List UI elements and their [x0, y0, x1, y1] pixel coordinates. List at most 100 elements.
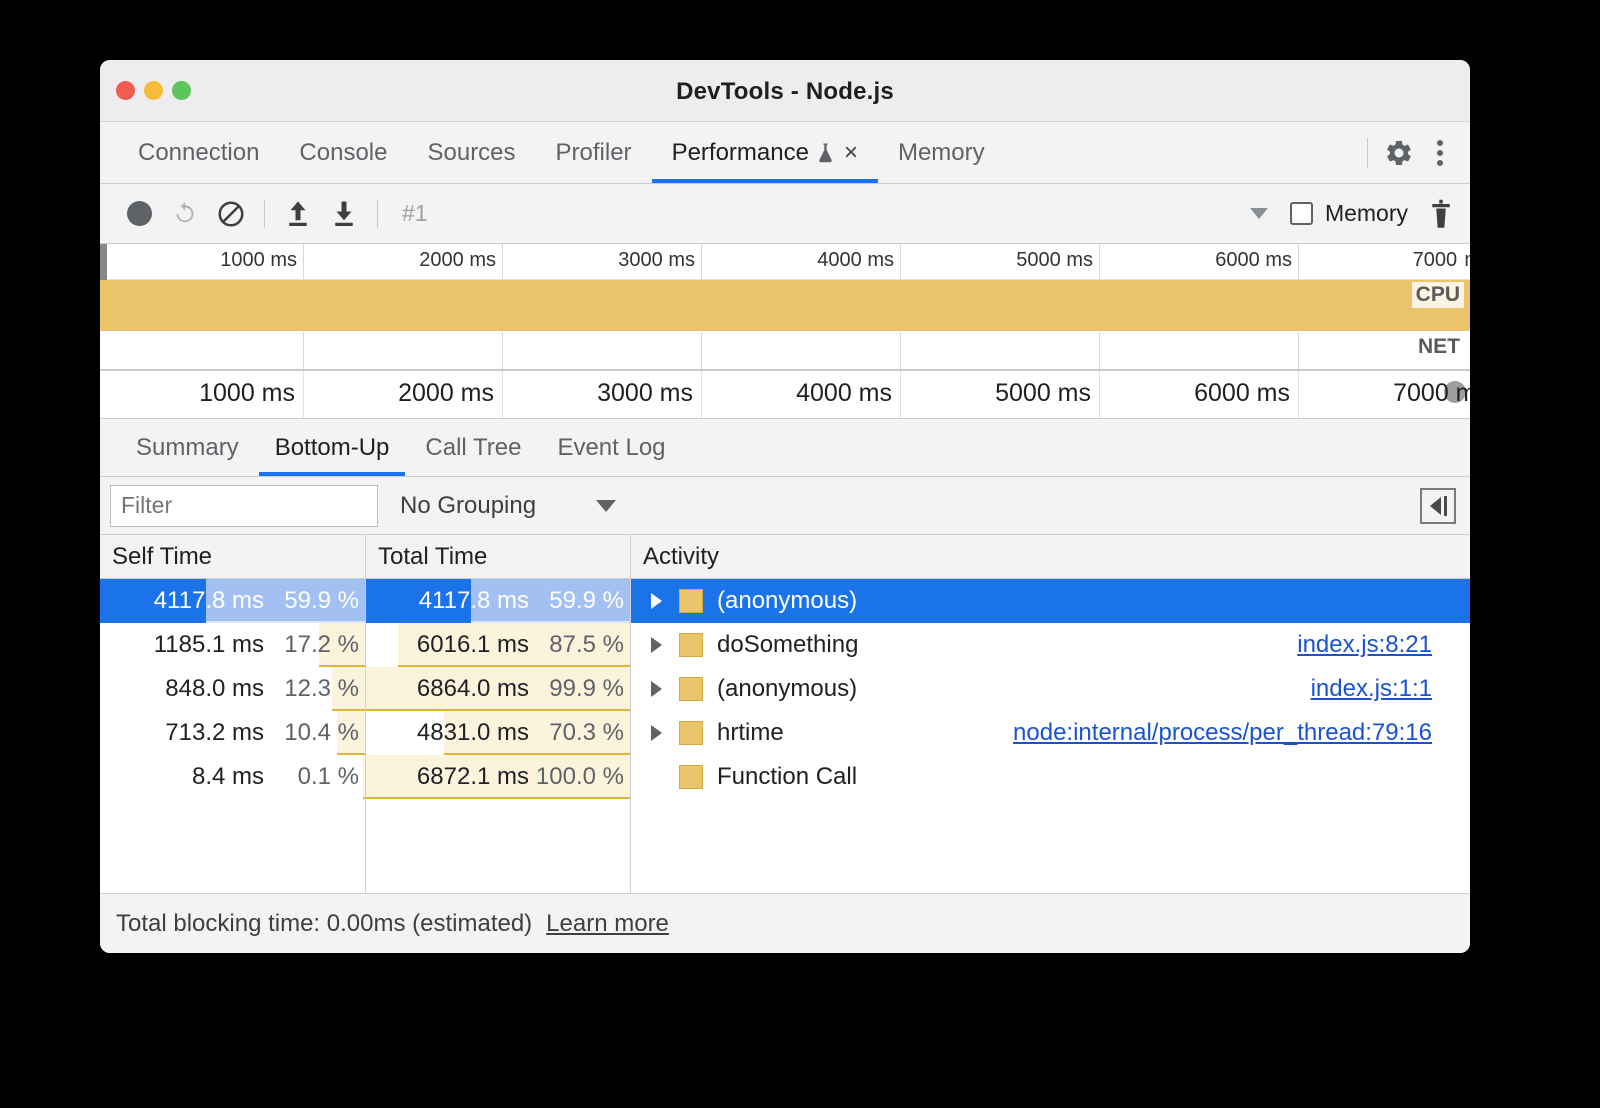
- clear-recording-button[interactable]: [208, 191, 254, 237]
- tab-summary[interactable]: Summary: [118, 419, 257, 476]
- cell-activity: hrtimenode:internal/process/per_thread:7…: [631, 711, 1470, 755]
- tab-event-log[interactable]: Event Log: [539, 419, 683, 476]
- flask-experiment-icon: [817, 142, 834, 164]
- table-row[interactable]: 8.4 ms0.1 % 6872.1 ms100.0 %Function Call: [100, 755, 1470, 799]
- self-time-value: 713.2 ms10.4 %: [165, 719, 359, 747]
- total-time-percent: 70.3 %: [529, 719, 624, 747]
- close-tab-performance-button[interactable]: ×: [844, 141, 858, 165]
- tab-sources[interactable]: Sources: [407, 122, 535, 183]
- memory-checkbox[interactable]: [1290, 202, 1313, 225]
- activity-color-swatch: [679, 677, 703, 701]
- cell-total-time: 6872.1 ms100.0 %: [366, 755, 631, 799]
- cpu-activity-band[interactable]: CPU: [100, 280, 1470, 332]
- chevron-right-icon: [651, 725, 662, 741]
- tab-bottom-up[interactable]: Bottom-Up: [257, 419, 408, 476]
- learn-more-link[interactable]: Learn more: [546, 910, 669, 938]
- total-time-ms: 6016.1 ms: [417, 631, 529, 659]
- ruler-tick: 7000 ms: [100, 371, 1470, 418]
- trash-icon[interactable]: [1428, 199, 1454, 229]
- tab-memory[interactable]: Memory: [878, 122, 1005, 183]
- tab-summary-label: Summary: [136, 434, 239, 462]
- tab-performance[interactable]: Performance ×: [652, 122, 878, 183]
- table-row[interactable]: 4117.8 ms59.9 %4117.8 ms59.9 %(anonymous…: [100, 579, 1470, 623]
- table-row[interactable]: 848.0 ms12.3 % 6864.0 ms99.9 %(anonymous)…: [100, 667, 1470, 711]
- self-time-ms: 848.0 ms: [165, 675, 264, 703]
- column-header-activity[interactable]: Activity: [631, 535, 1470, 578]
- cell-activity: (anonymous)index.js:1:1: [631, 667, 1470, 711]
- chevron-right-icon: [651, 593, 662, 609]
- clear-icon: [216, 199, 246, 229]
- table-body: 4117.8 ms59.9 % 4117.8 ms59.9 % (anonymous…: [100, 579, 1470, 893]
- table-row[interactable]: 1185.1 ms17.2 %6016.1 ms87.5 %doSomethin…: [100, 623, 1470, 667]
- grouping-selector[interactable]: No Grouping: [400, 492, 616, 520]
- column-header-total-time[interactable]: Total Time: [366, 535, 631, 578]
- toolbar-divider: [264, 200, 265, 228]
- tab-call-tree-label: Call Tree: [425, 434, 521, 462]
- cell-activity: Function Call: [631, 755, 1470, 799]
- grouping-value: No Grouping: [400, 492, 536, 520]
- timeline-time-ruler[interactable]: 1000 ms2000 ms3000 ms4000 ms5000 ms6000 …: [100, 371, 1470, 419]
- overview-window-left-handle[interactable]: [100, 244, 107, 280]
- bottom-up-table: Self Time Total Time Activity 4117.8 ms5…: [100, 535, 1470, 893]
- devtools-window: DevTools - Node.js Connection Console So…: [100, 60, 1470, 953]
- total-time-value: 4117.8 ms59.9 %: [419, 587, 624, 615]
- status-bar: Total blocking time: 0.00ms (estimated) …: [100, 893, 1470, 953]
- record-button[interactable]: [116, 191, 162, 237]
- self-time-percent: 0.1 %: [264, 763, 359, 791]
- collapse-sidebar-bar: [1444, 496, 1447, 516]
- total-time-value: 4831.0 ms70.3 %: [417, 719, 624, 747]
- total-time-percent: 99.9 %: [529, 675, 624, 703]
- self-time-percent: 12.3 %: [264, 675, 359, 703]
- details-tab-strip: Summary Bottom-Up Call Tree Event Log: [100, 419, 1470, 477]
- profile-selector-label[interactable]: #1: [402, 200, 428, 227]
- source-location-link[interactable]: index.js:8:21: [1297, 631, 1432, 659]
- gear-icon[interactable]: [1384, 138, 1414, 168]
- timeline-overview[interactable]: 1000 ms2000 ms3000 ms4000 ms5000 ms6000 …: [100, 244, 1470, 371]
- cell-self-time: 8.4 ms0.1 %: [100, 755, 366, 799]
- tab-profiler[interactable]: Profiler: [536, 122, 652, 183]
- empty-activity-column: [631, 799, 1470, 893]
- cell-activity: doSomethingindex.js:8:21: [631, 623, 1470, 667]
- tab-call-tree[interactable]: Call Tree: [407, 419, 539, 476]
- total-time-value: 6864.0 ms99.9 %: [417, 675, 624, 703]
- filter-input[interactable]: [110, 485, 378, 527]
- save-profile-button[interactable]: [321, 191, 367, 237]
- self-time-percent: 59.9 %: [264, 587, 359, 615]
- column-header-self-time[interactable]: Self Time: [100, 535, 366, 578]
- table-header-row: Self Time Total Time Activity: [100, 535, 1470, 579]
- chevron-right-icon: [651, 637, 662, 653]
- tab-memory-label: Memory: [898, 139, 985, 167]
- reload-and-record-button[interactable]: [162, 191, 208, 237]
- empty-total-column: [366, 799, 631, 893]
- load-profile-button[interactable]: [275, 191, 321, 237]
- tab-event-log-label: Event Log: [557, 434, 665, 462]
- self-time-value: 848.0 ms12.3 %: [165, 675, 359, 703]
- self-time-percent: 17.2 %: [264, 631, 359, 659]
- expand-row-button[interactable]: [643, 681, 669, 697]
- self-time-ms: 8.4 ms: [192, 763, 264, 791]
- chevron-right-icon: [651, 681, 662, 697]
- tab-console-label: Console: [299, 139, 387, 167]
- cell-self-time: 848.0 ms12.3 %: [100, 667, 366, 711]
- expand-row-button[interactable]: [643, 637, 669, 653]
- self-time-value: 1185.1 ms17.2 %: [154, 631, 359, 659]
- tab-console[interactable]: Console: [279, 122, 407, 183]
- tab-connection[interactable]: Connection: [118, 122, 279, 183]
- chevron-down-icon[interactable]: [1250, 208, 1268, 219]
- source-location-link[interactable]: index.js:1:1: [1311, 675, 1432, 703]
- collapse-sidebar-button[interactable]: [1420, 488, 1456, 524]
- kebab-menu-icon[interactable]: [1426, 138, 1454, 168]
- tab-bottom-up-label: Bottom-Up: [275, 434, 390, 462]
- net-activity-band[interactable]: NET: [100, 332, 1470, 370]
- main-tabs: Connection Console Sources Profiler Perf…: [100, 122, 1005, 183]
- total-time-value: 6872.1 ms100.0 %: [417, 763, 624, 791]
- self-time-ms: 1185.1 ms: [154, 631, 264, 659]
- source-location-link[interactable]: node:internal/process/per_thread:79:16: [1013, 719, 1432, 747]
- memory-checkbox-group[interactable]: Memory: [1290, 200, 1408, 227]
- expand-row-button[interactable]: [643, 725, 669, 741]
- tab-profiler-label: Profiler: [556, 139, 632, 167]
- cell-self-time: 4117.8 ms59.9 %: [100, 579, 366, 623]
- record-toolbar: #1 Memory: [100, 184, 1470, 244]
- table-row[interactable]: 713.2 ms10.4 % 4831.0 ms70.3 %hrtimenode:…: [100, 711, 1470, 755]
- expand-row-button[interactable]: [643, 593, 669, 609]
